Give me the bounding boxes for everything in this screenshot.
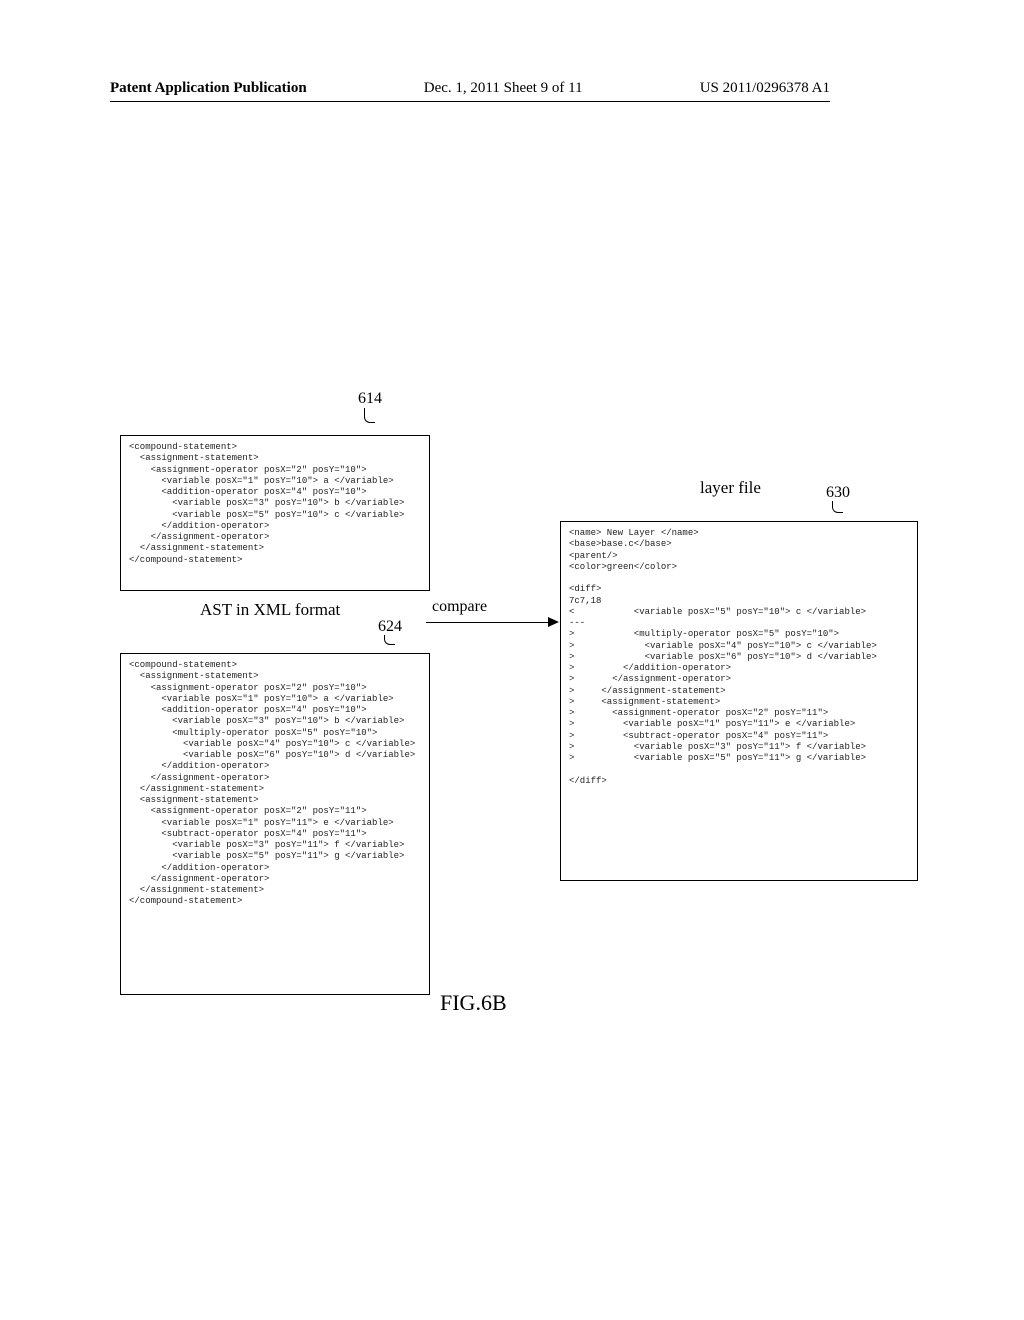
leader-614 xyxy=(364,408,375,423)
leader-624 xyxy=(384,635,395,645)
compare-arrow-line xyxy=(426,622,552,623)
leader-630 xyxy=(832,501,843,513)
label-compare: compare xyxy=(432,598,487,616)
box-614: <compound-statement> <assignment-stateme… xyxy=(120,435,430,591)
box-630: <name> New Layer </name> <base>base.c</b… xyxy=(560,521,918,881)
box-624: <compound-statement> <assignment-stateme… xyxy=(120,653,430,995)
header-center: Dec. 1, 2011 Sheet 9 of 11 xyxy=(424,80,583,97)
page-header: Patent Application Publication Dec. 1, 2… xyxy=(110,80,830,102)
figure-caption: FIG.6B xyxy=(440,990,507,1016)
header-right: US 2011/0296378 A1 xyxy=(700,80,830,97)
ref-630: 630 xyxy=(826,484,850,502)
ref-624: 624 xyxy=(378,618,402,636)
label-ast-xml: AST in XML format xyxy=(200,600,340,620)
header-left: Patent Application Publication xyxy=(110,80,307,97)
label-layer-file: layer file xyxy=(700,478,761,498)
ref-614: 614 xyxy=(358,390,382,408)
compare-arrow-head-icon xyxy=(548,617,559,627)
